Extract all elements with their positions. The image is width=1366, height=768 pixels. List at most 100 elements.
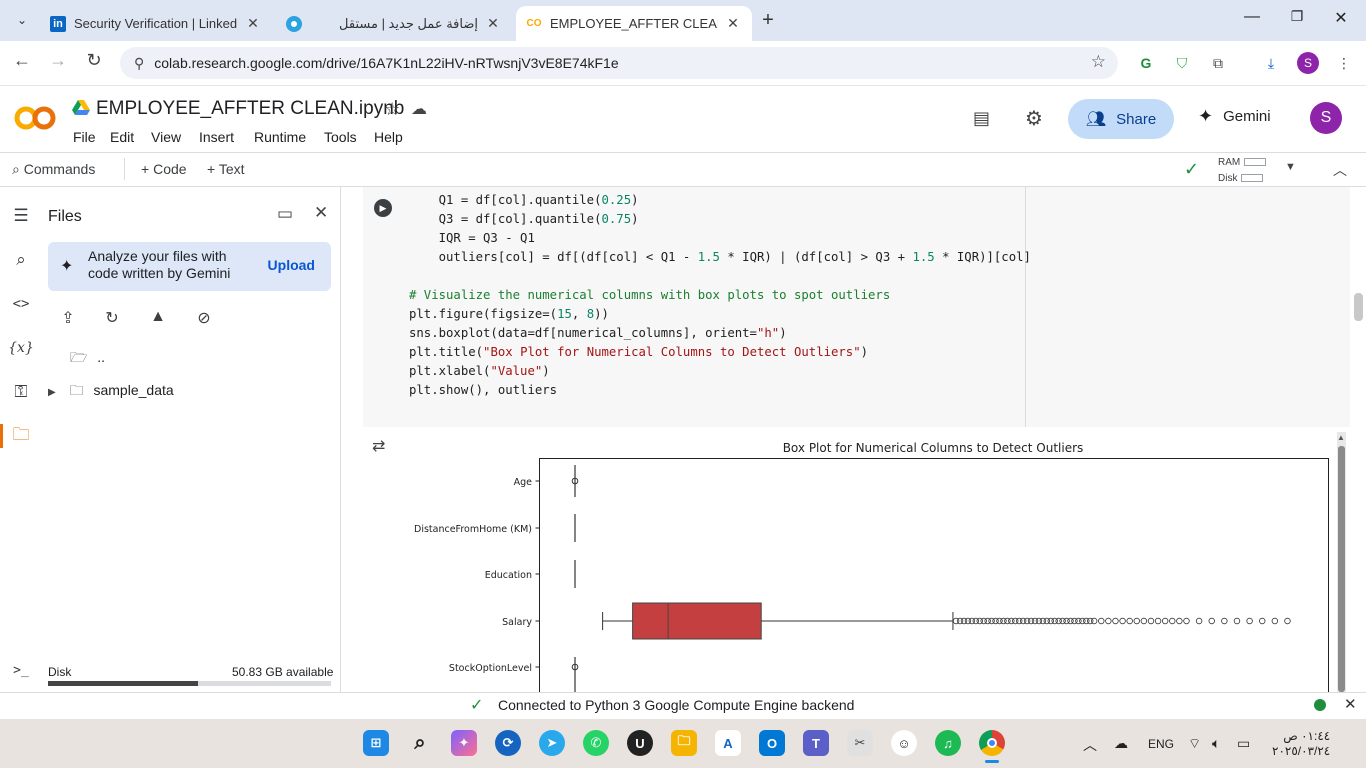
telegram-icon[interactable]: ➤ (539, 730, 565, 756)
upload-file-icon[interactable]: ⇪ (57, 308, 79, 330)
bookmark-star-icon[interactable]: ☆ (1091, 52, 1106, 72)
outlier-point (1183, 617, 1190, 625)
profile-avatar[interactable]: S (1297, 52, 1319, 74)
upload-button[interactable]: Upload (268, 257, 315, 273)
secrets-key-icon[interactable]: ⚿ (9, 380, 33, 404)
play-icon: ▶ (379, 202, 387, 213)
menu-runtime[interactable]: Runtime (254, 129, 306, 145)
wifi-icon[interactable]: ⌔ (1188, 735, 1201, 753)
run-cell-button[interactable]: ▶ (374, 199, 392, 217)
close-icon[interactable]: ✕ (724, 15, 742, 32)
grammarly-extension-icon[interactable]: G (1135, 52, 1157, 74)
menu-insert[interactable]: Insert (199, 129, 234, 145)
gemini-button[interactable]: ✦ Gemini (1198, 106, 1271, 127)
open-in-tab-icon[interactable]: ▭ (277, 204, 293, 224)
collapse-header-icon[interactable]: ︿ (1333, 160, 1347, 180)
output-scroll-thumb[interactable] (1338, 446, 1345, 692)
udemy-icon[interactable]: U (627, 730, 653, 756)
battery-icon[interactable]: ▭ (1237, 735, 1250, 752)
divider (124, 158, 125, 180)
close-icon[interactable]: ✕ (244, 15, 262, 32)
menu-view[interactable]: View (151, 129, 181, 145)
language-indicator[interactable]: ENG (1148, 737, 1174, 751)
comments-icon[interactable]: ▤ (973, 108, 990, 129)
tab-search-button[interactable]: ⌄ (8, 8, 36, 32)
mount-drive-icon[interactable]: ▲ (147, 308, 169, 330)
volume-icon[interactable]: 🔈︎ (1212, 735, 1220, 752)
close-icon[interactable]: ✕ (484, 15, 502, 32)
notebook-title[interactable]: EMPLOYEE_AFFTER CLEAN.ipynb (96, 98, 404, 120)
tab-linkedin[interactable]: in Security Verification | LinkedIn ✕ (40, 6, 272, 41)
maximize-button[interactable]: ❐ (1282, 8, 1312, 25)
site-info-icon[interactable]: ⚲ (134, 55, 144, 72)
whatsapp-icon[interactable]: ✆ (583, 730, 609, 756)
connectwise-icon[interactable]: ⟳ (495, 730, 521, 756)
account-avatar[interactable]: S (1310, 102, 1342, 134)
add-text-button[interactable]: + Text (207, 161, 245, 177)
azure-icon[interactable]: A (715, 730, 741, 756)
address-bar[interactable]: ⚲ colab.research.google.com/drive/16A7K1… (120, 47, 1118, 79)
shield-extension-icon[interactable]: ⛉ (1171, 52, 1193, 74)
search-icon: ⌕ (12, 161, 20, 177)
cloud-tray-icon[interactable]: ☁ (1114, 735, 1128, 752)
back-button[interactable]: ← (8, 50, 36, 76)
tray-overflow-icon[interactable]: ︿ (1083, 735, 1097, 755)
hide-files-icon[interactable]: ⊘ (193, 308, 215, 330)
teams-icon[interactable]: T (803, 730, 829, 756)
disk-usage-fill (48, 681, 198, 686)
tab-mostaql[interactable]: إضافة عمل جديد | مستقل ✕ (276, 6, 512, 41)
taskbar-search-icon[interactable]: ⌕ (407, 730, 433, 756)
share-button[interactable]: 👥︎ Share (1068, 99, 1174, 139)
resource-meter[interactable]: RAM Disk (1218, 155, 1267, 187)
refresh-icon[interactable]: ↻ (101, 308, 123, 330)
files-folder-icon[interactable]: 🗀 (9, 424, 33, 448)
commands-button[interactable]: ⌕ Commands (12, 161, 95, 178)
output-actions-icon[interactable]: ⇄ (372, 436, 385, 456)
menu-help[interactable]: Help (374, 129, 403, 145)
table-of-contents-icon[interactable]: ☰ (9, 204, 33, 228)
minimize-button[interactable]: — (1237, 8, 1267, 26)
penguin-app-icon[interactable]: ☺ (891, 730, 917, 756)
forward-button[interactable]: → (44, 50, 72, 76)
star-icon[interactable]: ☆ (384, 99, 400, 120)
chrome-icon[interactable] (979, 730, 1005, 756)
menu-file[interactable]: File (73, 129, 96, 145)
status-close-icon[interactable]: ✕ (1344, 695, 1357, 713)
connected-check-icon: ✓ (1184, 159, 1200, 179)
snipping-tool-icon[interactable]: ✂ (847, 730, 873, 756)
terminal-icon[interactable]: >_ (9, 658, 33, 682)
code-snippets-icon[interactable]: <> (9, 292, 33, 316)
find-replace-icon[interactable]: ⌕ (9, 248, 33, 272)
spotify-icon[interactable]: ♫ (935, 730, 961, 756)
windows-start-icon[interactable]: ⊞ (363, 730, 389, 756)
gemini-label: Gemini (1223, 108, 1271, 125)
browser-menu-icon[interactable]: ⋮ (1333, 52, 1355, 74)
file-explorer-icon[interactable]: 🗀 (671, 730, 697, 756)
outlook-icon[interactable]: O (759, 730, 785, 756)
tree-item-sample-data[interactable]: ▶ 🗀 sample_data (48, 380, 174, 404)
code-editor[interactable]: Q1 = df[col].quantile(0.25) Q3 = df[col]… (409, 191, 1031, 400)
colab-logo[interactable] (14, 104, 56, 132)
expand-arrow-icon[interactable]: ▶ (48, 387, 56, 398)
tree-item-parent[interactable]: 🗁 .. (70, 347, 105, 371)
clock[interactable]: ٠١:٤٤ ص ٢٠٢٥/٠٣/٢٤ (1272, 729, 1330, 759)
menu-edit[interactable]: Edit (110, 129, 134, 145)
new-tab-button[interactable]: + (758, 9, 778, 32)
settings-gear-icon[interactable]: ⚙ (1025, 106, 1043, 131)
add-code-button[interactable]: + Code (141, 161, 187, 177)
variables-icon[interactable]: {x} (8, 336, 34, 360)
extensions-puzzle-icon[interactable]: ⧉ (1207, 52, 1229, 74)
tab-colab-active[interactable]: CO EMPLOYEE_AFFTER CLEAN.ipynb ✕ (516, 6, 752, 41)
reload-button[interactable]: ↻ (80, 50, 108, 76)
runtime-dropdown-icon[interactable]: ▼ (1285, 161, 1296, 173)
commands-label: Commands (23, 161, 96, 177)
copilot-icon[interactable]: ✦ (451, 730, 477, 756)
window-close-button[interactable]: ✕ (1326, 8, 1356, 28)
download-icon[interactable]: ⤓ (1260, 52, 1282, 74)
outlier-point (1176, 617, 1183, 625)
page-scroll-thumb[interactable] (1354, 293, 1363, 321)
scroll-up-icon[interactable]: ▲ (1337, 433, 1345, 442)
close-panel-icon[interactable]: ✕ (314, 203, 328, 223)
menu-tools[interactable]: Tools (324, 129, 357, 145)
outlier-point (1105, 617, 1112, 625)
